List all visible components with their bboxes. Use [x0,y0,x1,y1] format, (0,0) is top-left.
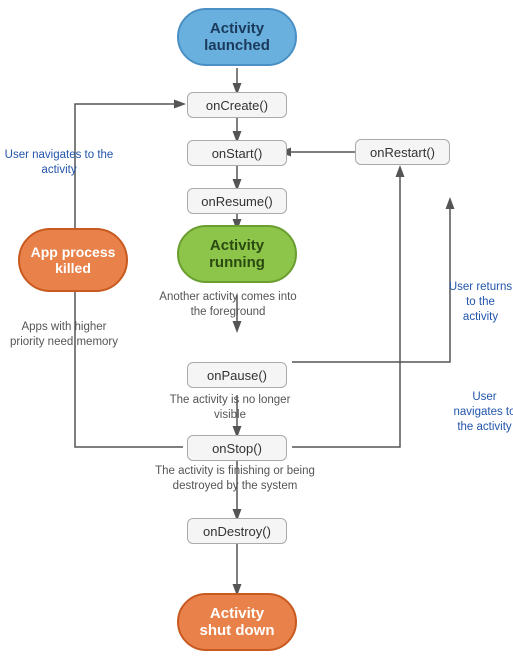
on-restart-label: onRestart() [370,145,435,160]
lifecycle-diagram: Activity launched onCreate() onStart() o… [0,0,513,663]
on-start-label: onStart() [212,146,263,161]
on-restart-node: onRestart() [355,139,450,165]
user-returns-label: User returns to the activity [448,280,513,325]
activity-shutdown-node: Activity shut down [177,593,297,651]
activity-running-label: Activity running [209,237,265,271]
activity-running-node: Activity running [177,225,297,283]
on-start-node: onStart() [187,140,287,166]
on-destroy-label: onDestroy() [203,524,271,539]
activity-launched-node: Activity launched [177,8,297,66]
activity-finishing-label: The activity is finishing or being destr… [140,464,330,494]
activity-shutdown-label: Activity shut down [200,605,275,639]
on-create-label: onCreate() [206,98,268,113]
on-stop-label: onStop() [212,441,262,456]
on-destroy-node: onDestroy() [187,518,287,544]
on-stop-node: onStop() [187,435,287,461]
user-navigates-label: User navigates to the activity [4,148,114,178]
another-activity-label: Another activity comes into the foregrou… [153,290,303,320]
activity-launched-label: Activity launched [204,20,270,54]
on-create-node: onCreate() [187,92,287,118]
app-process-killed-label: App process killed [31,244,116,276]
no-longer-visible-label: The activity is no longer visible [155,393,305,423]
on-resume-node: onResume() [187,188,287,214]
on-pause-label: onPause() [207,368,267,383]
app-process-killed-node: App process killed [18,228,128,292]
apps-higher-priority-label: Apps with higher priority need memory [4,320,124,350]
user-navigates-label-2: User navigates to the activity [452,390,513,435]
on-pause-node: onPause() [187,362,287,388]
on-resume-label: onResume() [201,194,273,209]
